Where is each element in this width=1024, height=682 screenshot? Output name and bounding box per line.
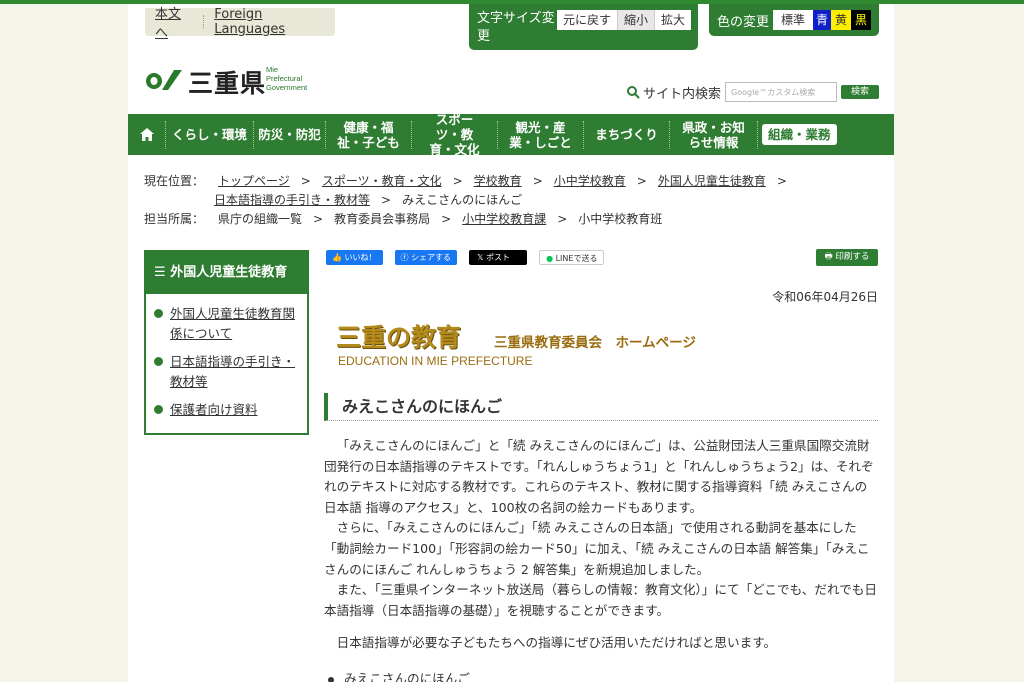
sidebar-item[interactable]: 外国人児童生徒教育関係について	[154, 304, 301, 344]
nav-item-kurashi[interactable]: くらし・環境	[166, 120, 254, 149]
divider	[203, 15, 205, 29]
nav-item-soshiki[interactable]: 組織・業務	[762, 124, 837, 145]
x-post-button[interactable]: 𝕏 ポスト	[469, 250, 528, 265]
sidebar: ☰ 外国人児童生徒教育 外国人児童生徒教育関係について 日本語指導の手引き・教材…	[144, 250, 309, 435]
facebook-share-button[interactable]: ⓕ シェアする	[394, 250, 458, 265]
sidebar-title: ☰ 外国人児童生徒教育	[146, 252, 307, 294]
page-title: みえこさんのにほんご	[324, 393, 878, 421]
search-input[interactable]: Google™カスタム検索	[725, 82, 838, 102]
search-button[interactable]: 検索	[841, 85, 880, 99]
nav-item-machizukuri[interactable]: まちづくり	[584, 120, 670, 149]
banner-title: 三重の教育	[336, 323, 462, 352]
page-container: 本文へ Foreign Languages 文字サイズ変更 元に戻す 縮小 拡大…	[128, 4, 894, 682]
skip-to-content-link[interactable]: 本文へ	[155, 3, 193, 41]
paragraph: また、「三重県インターネット放送局（暮らしの情報：教育文化）」にて「どこでも、だ…	[324, 582, 877, 618]
breadcrumb-link[interactable]: 日本語指導の手引き・教材等	[214, 191, 370, 210]
logo-subtitle: Mie Prefectural Government	[266, 65, 308, 92]
font-size-label: 文字サイズ変更	[477, 11, 555, 44]
breadcrumb-link[interactable]: 学校教育	[474, 172, 522, 191]
line-send-button[interactable]: ● LINEで送る	[539, 250, 605, 265]
banner-english: EDUCATION IN MIE PREFECTURE	[338, 354, 533, 368]
list-item: みえこさんのにほんご	[328, 668, 470, 682]
nav-item-sports[interactable]: スポーツ・教育・文化	[412, 112, 498, 157]
nav-item-kankou[interactable]: 観光・産業・しごと	[498, 120, 584, 150]
breadcrumb-link[interactable]: トップページ	[218, 172, 290, 191]
department-item: 小中学校教育班	[578, 212, 663, 226]
breadcrumb: 現在位置： トップページ > スポーツ・教育・文化 > 学校教育 > 小中学校教育 > …	[144, 172, 884, 229]
banner-subtitle: 三重県教育委員会 ホームページ	[494, 335, 696, 351]
font-reset-button[interactable]: 元に戻す	[557, 10, 619, 30]
color-yellow-button[interactable]: 黄	[831, 10, 851, 30]
breadcrumb-link[interactable]: 小中学校教育	[554, 172, 626, 191]
search-label: サイト内検索	[643, 86, 722, 102]
breadcrumb-label: 現在位置：	[144, 174, 205, 188]
sidebar-item[interactable]: 日本語指導の手引き・教材等	[154, 352, 301, 392]
facebook-like-button[interactable]: 👍 いいね！	[326, 250, 383, 265]
font-smaller-button[interactable]: 縮小	[618, 10, 656, 30]
sidebar-item[interactable]: 保護者向け資料	[154, 400, 301, 420]
download-link[interactable]: みえこさんのにほんご	[344, 671, 470, 682]
logo-text: 三重県	[188, 69, 267, 98]
nav-item-kensei[interactable]: 県政・お知らせ情報	[670, 120, 758, 150]
color-label: 色の変更	[717, 15, 770, 30]
nav-home[interactable]	[128, 120, 166, 149]
global-navigation: くらし・環境 防災・防犯 健康・福祉・子ども スポーツ・教育・文化 観光・産業・…	[128, 112, 894, 157]
nav-item-kenkou[interactable]: 健康・福祉・子ども	[326, 120, 412, 150]
paragraph: さらに、「みえこさんのにほんご」「続 みえこさんの日本語」で使用される動詞を基本…	[324, 520, 870, 577]
search-icon	[627, 86, 640, 99]
breadcrumb-link[interactable]: 外国人児童生徒教育	[658, 172, 766, 191]
color-panel: 色の変更 標準 青 黄 黒	[709, 4, 879, 36]
print-button[interactable]: 🖶 印刷する	[816, 249, 878, 266]
department-item: 県庁の組織一覧	[218, 212, 303, 226]
paragraph: 日本語指導が必要な子どもたちへの指導にぜひ活用いただければと思います。	[336, 635, 777, 651]
color-standard-button[interactable]: 標準	[773, 10, 813, 30]
color-blue-button[interactable]: 青	[813, 10, 831, 30]
mie-emblem-icon	[146, 70, 182, 90]
breadcrumb-link[interactable]: スポーツ・教育・文化	[322, 172, 442, 191]
breadcrumb-current: みえこさんのにほんご	[402, 193, 523, 207]
foreign-languages-link[interactable]: Foreign Languages	[214, 7, 335, 37]
site-logo[interactable]: 三重県 Mie Prefectural Government	[144, 64, 334, 98]
color-black-button[interactable]: 黒	[851, 10, 871, 30]
font-larger-button[interactable]: 拡大	[655, 10, 692, 30]
home-icon	[139, 128, 154, 141]
department-label: 担当所属：	[144, 212, 205, 226]
publish-date: 令和06年04月26日	[772, 290, 878, 304]
education-banner[interactable]: 三重の教育 三重県教育委員会 ホームページ EDUCATION IN MIE P…	[336, 318, 696, 368]
bullet-icon	[328, 676, 334, 682]
department-link[interactable]: 小中学校教育課	[462, 210, 546, 229]
site-search: サイト内検索 Google™カスタム検索 検索	[626, 82, 880, 102]
department-item: 教育委員会事務局	[334, 212, 431, 226]
utility-links: 本文へ Foreign Languages	[145, 7, 335, 41]
main-content: 「みえこさんのにほんご」と「続 みえこさんのにほんご」は、公益財団法人三重県国際…	[324, 436, 878, 654]
font-size-panel: 文字サイズ変更 元に戻す 縮小 拡大	[469, 4, 698, 50]
paragraph: 「みえこさんのにほんご」と「続 みえこさんのにほんご」は、公益財団法人三重県国際…	[324, 438, 874, 515]
nav-item-bousai[interactable]: 防災・防犯	[254, 120, 326, 149]
social-buttons: 👍 いいね！ ⓕ シェアする 𝕏 ポスト ● LINEで送る	[326, 250, 616, 265]
